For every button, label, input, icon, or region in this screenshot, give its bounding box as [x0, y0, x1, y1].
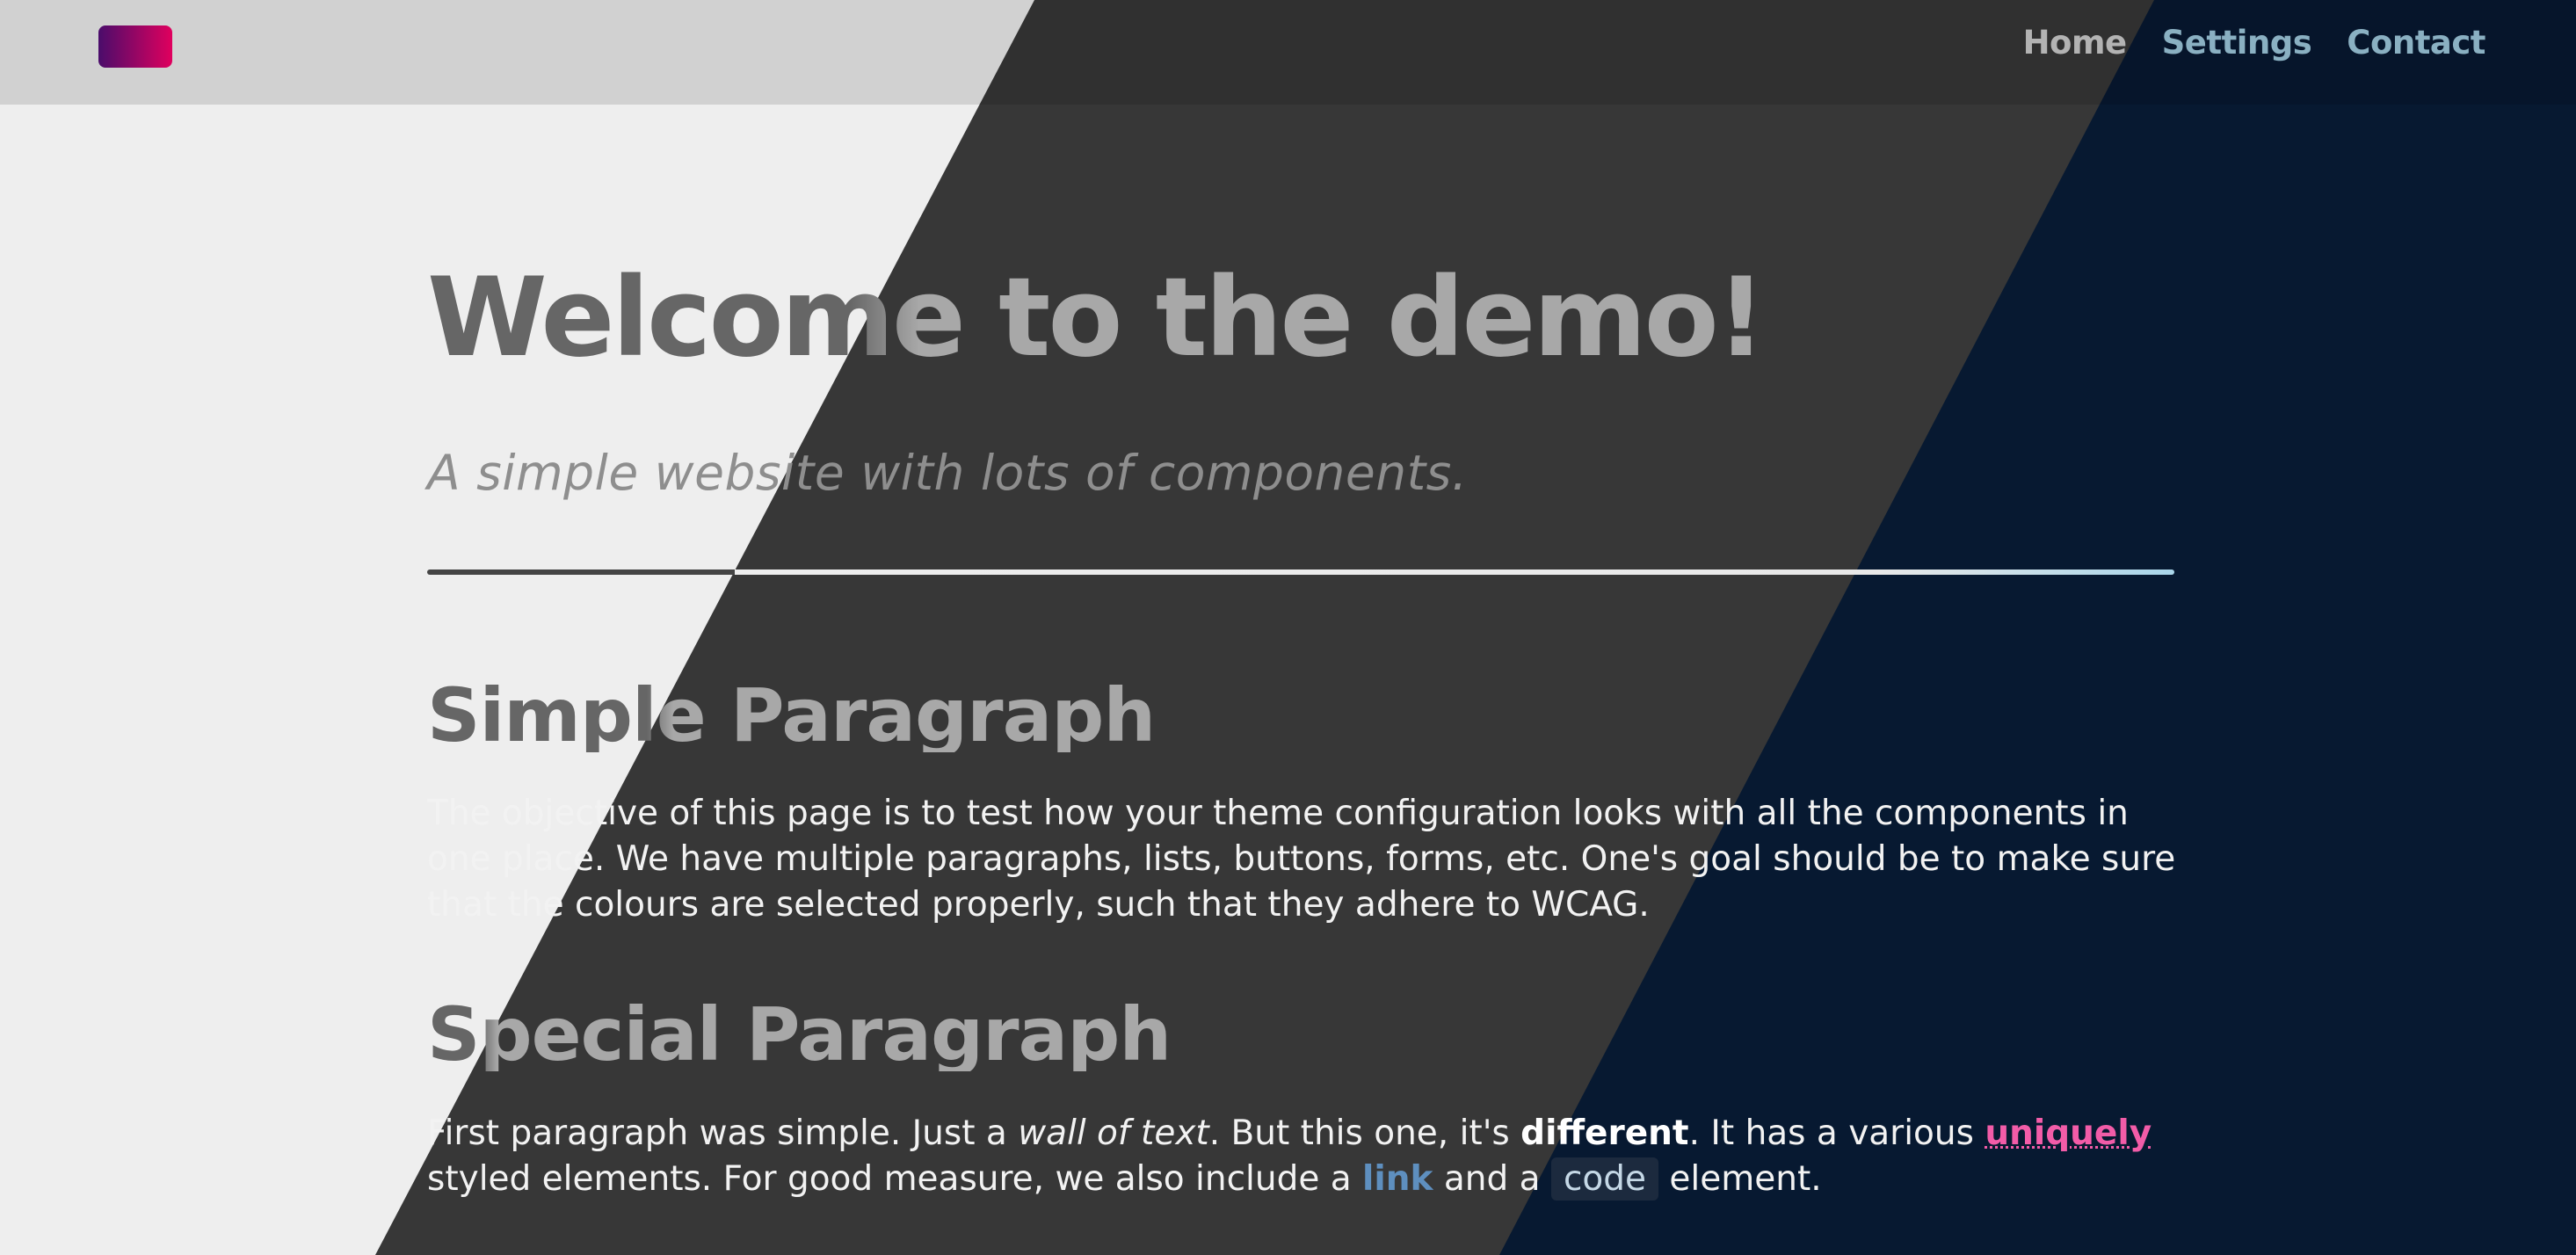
section-title-special: Special Paragraph [427, 991, 1172, 1077]
nav-link-home[interactable]: Home [2023, 24, 2128, 62]
inline-link[interactable]: link [1362, 1159, 1433, 1199]
strong-text: different [1520, 1114, 1689, 1153]
special-text-1: First paragraph was simple. Just a [427, 1114, 1019, 1153]
main-nav: Home Settings Contact [2023, 24, 2486, 62]
simple-paragraph: The objective of this page is to test ho… [427, 794, 2176, 925]
nav-link-settings[interactable]: Settings [2162, 24, 2312, 62]
special-text-4: styled elements. For good measure, we al… [427, 1159, 1363, 1199]
special-text-6: element. [1658, 1159, 1822, 1199]
special-text-5: and a [1433, 1159, 1551, 1199]
nav-link-contact[interactable]: Contact [2347, 24, 2485, 62]
page-title: Welcome to the demo! [427, 255, 1766, 381]
hero-divider [427, 569, 2174, 575]
special-text-2: . But this one, it's [1208, 1114, 1521, 1153]
inline-code: code [1550, 1157, 1659, 1201]
site-logo[interactable] [98, 25, 172, 68]
page-subtitle: A simple website with lots of components… [427, 445, 1468, 501]
special-paragraph: First paragraph was simple. Just a wall … [427, 1111, 2176, 1202]
special-text-3: . It has a various [1688, 1114, 1985, 1153]
top-navigation-bar: Home Settings Contact [0, 0, 2576, 105]
section-title-simple: Simple Paragraph [427, 672, 1156, 758]
emphasis-text: wall of text [1018, 1114, 1209, 1153]
unique-styled-text: uniquely [1985, 1114, 2152, 1153]
